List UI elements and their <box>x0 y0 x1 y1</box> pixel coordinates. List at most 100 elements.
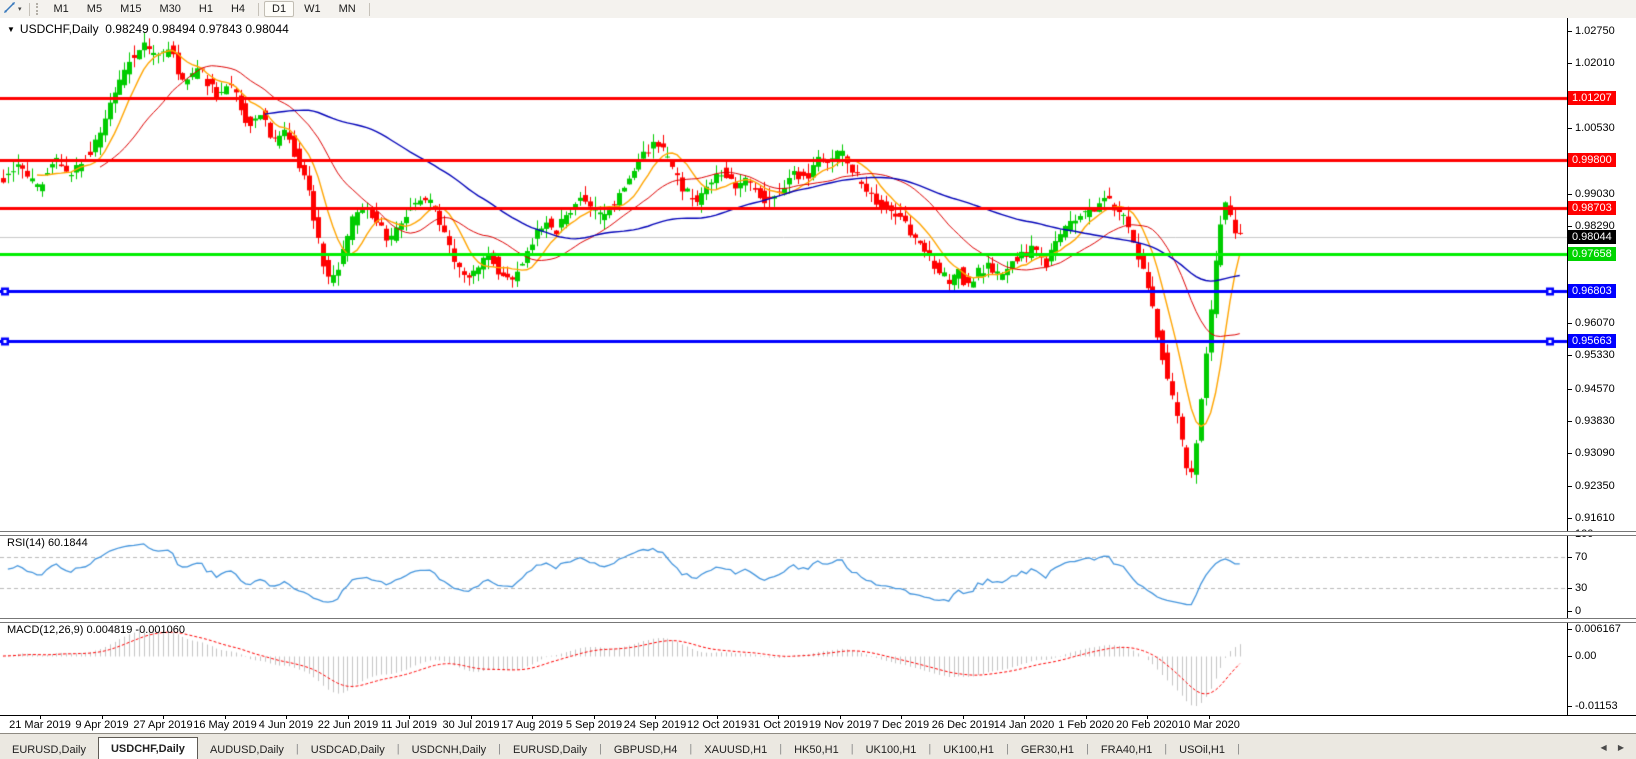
rsi-panel-canvas[interactable] <box>0 534 1567 618</box>
price-tick-label: 1.00530 <box>1575 122 1615 134</box>
title-caret-icon[interactable]: ▼ <box>7 25 15 34</box>
chart-tab-GER30H1[interactable]: GER30,H1 <box>1009 741 1086 759</box>
price-tick-mark <box>1568 226 1572 227</box>
rsi-tick-mark <box>1568 611 1572 612</box>
price-tick-mark <box>1568 194 1572 195</box>
date-label: 22 Jun 2019 <box>317 719 379 731</box>
date-label: 5 Sep 2019 <box>565 719 623 731</box>
price-tick-mark <box>1568 128 1572 129</box>
trading-terminal-window: ▾ M1 M5 M15 M30 H1 H4 D1 W1 MN ▼ USDCHF,Daily 0.9… <box>0 0 1636 759</box>
price-level-tag: 0.98703 <box>1568 201 1616 215</box>
chart-tab-UK100H1[interactable]: UK100,H1 <box>854 741 929 759</box>
price-tick-label: 1.02750 <box>1575 25 1615 37</box>
timeframe-button-W1[interactable]: W1 <box>296 1 329 17</box>
timeframe-button-M1[interactable]: M1 <box>46 1 77 17</box>
price-tick-label: 0.93830 <box>1575 415 1615 427</box>
macd-tick-mark <box>1568 629 1572 630</box>
tab-scroll-right-icon[interactable]: ▶ <box>1618 743 1624 752</box>
date-label: 4 Jun 2019 <box>258 719 314 731</box>
date-label: 9 Apr 2019 <box>75 719 129 731</box>
price-tick-mark <box>1568 355 1572 356</box>
chart-tab-GBPUSDH4[interactable]: GBPUSD,H4 <box>602 741 690 759</box>
rsi-tick-label: 0 <box>1575 605 1582 617</box>
timeframe-button-H4[interactable]: H4 <box>223 1 253 17</box>
macd-indicator-label: MACD(12,26,9) 0.004819 -0.001060 <box>7 624 185 636</box>
price-tick-label: 0.93090 <box>1575 447 1615 459</box>
date-label: 12 Oct 2019 <box>687 719 747 731</box>
chart-tab-USDCADDaily[interactable]: USDCAD,Daily <box>299 741 397 759</box>
chart-tab-XAUUSDH1[interactable]: XAUUSD,H1 <box>692 741 779 759</box>
timeframe-button-M15[interactable]: M15 <box>112 1 149 17</box>
price-tick-mark <box>1568 31 1572 32</box>
timeframe-buttons: M1 M5 M15 M30 H1 H4 D1 W1 MN <box>45 1 374 17</box>
macd-tick-mark <box>1568 706 1572 707</box>
tab-divider: | <box>1236 742 1240 755</box>
price-tick-label: 0.91610 <box>1575 512 1615 524</box>
timeframe-button-M5[interactable]: M5 <box>79 1 110 17</box>
chart-tab-USDCNHDaily[interactable]: USDCNH,Daily <box>400 741 499 759</box>
rsi-tick-label: 30 <box>1575 582 1588 594</box>
price-tick-mark <box>1568 453 1572 454</box>
macd-tick-label: 0.006167 <box>1575 623 1621 635</box>
date-label: 17 Aug 2019 <box>501 719 563 731</box>
timeframe-button-M30[interactable]: M30 <box>151 1 188 17</box>
price-tick-label: 0.92350 <box>1575 480 1615 492</box>
date-label: 31 Oct 2019 <box>748 719 808 731</box>
panel-splitter[interactable] <box>0 531 1636 536</box>
toolbar-separator <box>28 2 30 16</box>
timeframe-button-MN[interactable]: MN <box>331 1 364 17</box>
date-label: 10 Mar 2020 <box>1178 719 1240 731</box>
toolbar-separator <box>258 2 260 16</box>
date-label: 27 Apr 2019 <box>133 719 193 731</box>
price-tick-mark <box>1568 518 1572 519</box>
tab-scroll-left-icon[interactable]: ◀ <box>1600 743 1606 752</box>
macd-tick-label: -0.01153 <box>1575 700 1618 712</box>
timeframe-button-H1[interactable]: H1 <box>191 1 221 17</box>
main-chart-canvas[interactable] <box>0 18 1567 531</box>
chart-area: ▼ USDCHF,Daily 0.98249 0.98494 0.97843 0.… <box>0 18 1636 716</box>
timeframe-toolbar: ▾ M1 M5 M15 M30 H1 H4 D1 W1 MN <box>0 0 1636 19</box>
date-label: 24 Sep 2019 <box>623 719 687 731</box>
rsi-tick-label: 70 <box>1575 551 1588 563</box>
panel-splitter[interactable] <box>0 618 1636 623</box>
macd-tick-label: 0.00 <box>1575 650 1597 662</box>
price-tick-mark <box>1568 323 1572 324</box>
macd-panel-canvas[interactable] <box>0 621 1567 716</box>
rsi-indicator-label: RSI(14) 60.1844 <box>7 537 88 549</box>
price-tick-label: 1.02010 <box>1575 57 1615 69</box>
date-label: 1 Feb 2020 <box>1058 719 1114 731</box>
toolbar-separator <box>368 2 370 16</box>
date-label: 30 Jul 2019 <box>442 719 500 731</box>
date-label: 26 Dec 2019 <box>931 719 995 731</box>
price-level-tag: 0.97658 <box>1568 247 1616 261</box>
chart-tab-AUDUSDDaily[interactable]: AUDUSD,Daily <box>198 741 296 759</box>
chart-tab-FRA40H1[interactable]: FRA40,H1 <box>1089 741 1164 759</box>
chart-tools-button[interactable]: ▾ <box>0 1 25 17</box>
price-level-tag: 0.95663 <box>1568 334 1616 348</box>
timeframe-button-D1[interactable]: D1 <box>264 1 295 17</box>
chart-tab-EURUSDDaily[interactable]: EURUSD,Daily <box>501 741 599 759</box>
chart-tab-USDCHFDaily[interactable]: USDCHF,Daily <box>97 737 198 759</box>
date-label: 14 Jan 2020 <box>993 719 1055 731</box>
price-level-tag: 0.96803 <box>1568 284 1616 298</box>
price-tick-mark <box>1568 486 1572 487</box>
chart-tab-bar: EURUSD,Daily USDCHF,Daily AUDUSD,Daily | USD… <box>0 733 1636 759</box>
price-tick-mark <box>1568 421 1572 422</box>
date-label: 16 May 2019 <box>193 719 257 731</box>
date-label: 21 Mar 2019 <box>9 719 71 731</box>
date-label: 7 Dec 2019 <box>872 719 930 731</box>
rsi-tick-mark <box>1568 557 1572 558</box>
chart-ohlc-readout: 0.98249 0.98494 0.97843 0.98044 <box>105 22 289 36</box>
price-level-tag: 0.98044 <box>1568 230 1616 244</box>
dropdown-caret-icon[interactable]: ▾ <box>18 5 22 13</box>
date-label: 20 Feb 2020 <box>1116 719 1178 731</box>
chart-tab-EURUSDDaily[interactable]: EURUSD,Daily <box>0 741 98 759</box>
date-label: 19 Nov 2019 <box>808 719 872 731</box>
chart-tab-UK100H1[interactable]: UK100,H1 <box>931 741 1006 759</box>
chart-tab-HK50H1[interactable]: HK50,H1 <box>782 741 851 759</box>
toolbar-grip[interactable] <box>35 3 40 15</box>
price-level-tag: 0.99800 <box>1568 153 1616 167</box>
chart-tab-USOilH1[interactable]: USOil,H1 <box>1167 741 1237 759</box>
date-axis[interactable]: 21 Mar 2019 9 Apr 2019 27 Apr 2019 16 May 2… <box>0 716 1636 733</box>
macd-tick-mark <box>1568 656 1572 657</box>
